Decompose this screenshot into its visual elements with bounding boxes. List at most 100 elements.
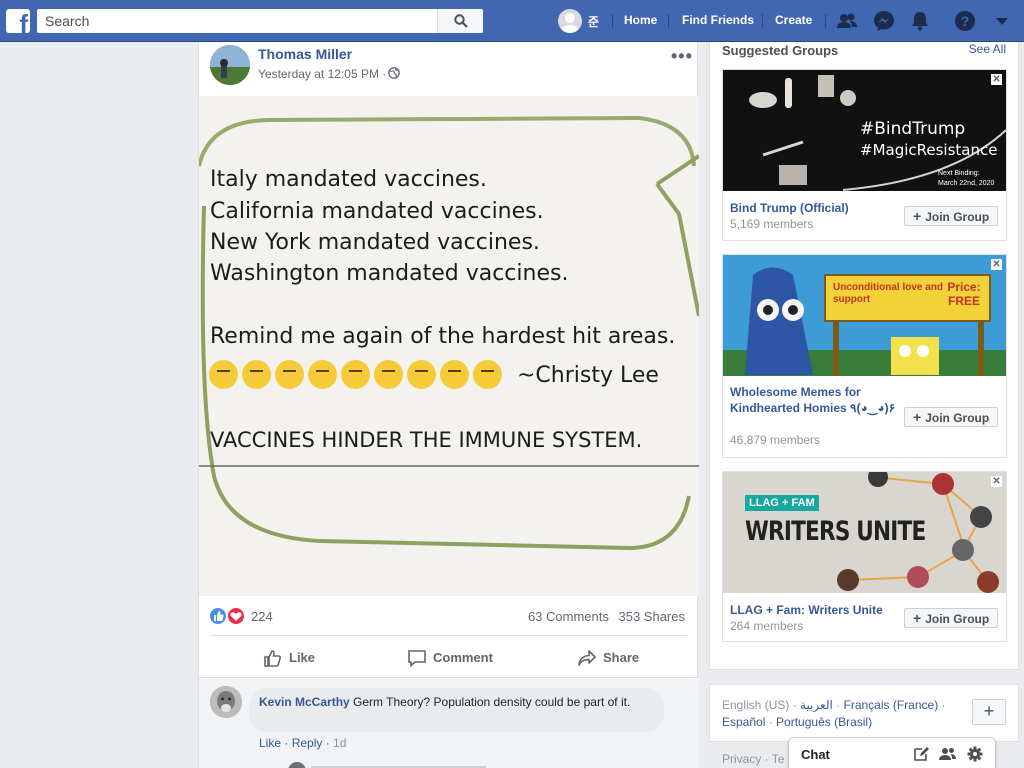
default-avatar-icon bbox=[561, 13, 579, 33]
feed-post: Thomas Miller Yesterday at 12:05 PM · ••… bbox=[198, 42, 699, 768]
dismiss-group-close-icon[interactable]: ✕ bbox=[991, 259, 1002, 270]
thinking-face-icon bbox=[374, 360, 403, 389]
group-name-link[interactable]: Bind Trump (Official) bbox=[730, 200, 905, 216]
join-group-label: Join Group bbox=[925, 411, 990, 425]
join-group-label: Join Group bbox=[925, 612, 990, 626]
suggested-groups-title: Suggested Groups bbox=[722, 43, 839, 58]
join-group-button[interactable]: + Join Group bbox=[904, 206, 998, 226]
image-text-line: California mandated vaccines. bbox=[210, 199, 544, 224]
thinking-face-icon bbox=[242, 360, 271, 389]
join-group-button[interactable]: + Join Group bbox=[904, 608, 998, 628]
comments-count-link[interactable]: 63 Comments bbox=[528, 609, 609, 624]
group-member-count: 46,879 members bbox=[730, 433, 821, 447]
image-text-line: Washington mandated vaccines. bbox=[210, 261, 569, 286]
share-button-label: Share bbox=[603, 650, 640, 665]
share-button[interactable]: Share bbox=[577, 648, 657, 668]
reply-preview-graphic bbox=[288, 762, 486, 768]
language-link[interactable]: Español bbox=[722, 715, 765, 729]
group-image-hashtag: #MagicResistance bbox=[860, 141, 998, 159]
group-image-price-text: Price: FREE bbox=[947, 280, 981, 308]
friend-requests-icon[interactable] bbox=[836, 10, 858, 32]
nav-divider bbox=[612, 14, 613, 28]
comment-timestamp[interactable]: 1d bbox=[333, 736, 346, 750]
current-language: English (US) bbox=[722, 698, 790, 712]
group-card: #BindTrump #MagicResistance Next Binding… bbox=[722, 69, 1007, 241]
group-card: Unconditional love and support Price: FR… bbox=[722, 254, 1007, 458]
reaction-count: 224 bbox=[251, 609, 273, 624]
group-member-count: 264 members bbox=[730, 619, 804, 633]
comments-section: Kevin McCarthy Germ Theory? Population d… bbox=[199, 678, 699, 768]
group-image-hashtag: #BindTrump bbox=[860, 119, 966, 139]
nav-divider bbox=[762, 14, 763, 28]
comment-button-label: Comment bbox=[433, 650, 493, 665]
nav-divider bbox=[825, 14, 826, 28]
post-stats: 63 Comments 353 Shares bbox=[522, 609, 685, 624]
post-options-icon[interactable]: ••• bbox=[671, 46, 693, 67]
chat-sidebar-bar[interactable]: Chat bbox=[788, 737, 996, 768]
language-link[interactable]: Português (Brasil) bbox=[776, 715, 872, 729]
group-image-title: WRITERS UNITE bbox=[745, 516, 926, 547]
profile-name-link[interactable]: 준 bbox=[588, 13, 599, 30]
language-link[interactable]: العربية bbox=[800, 698, 833, 712]
comment-text: Germ Theory? Population density could be… bbox=[349, 695, 631, 709]
messenger-icon[interactable] bbox=[873, 10, 895, 32]
shares-count-link[interactable]: 353 Shares bbox=[619, 609, 686, 624]
notifications-bell-icon[interactable] bbox=[909, 10, 931, 32]
group-cover-image[interactable]: #BindTrump #MagicResistance Next Binding… bbox=[723, 70, 1006, 191]
group-card: LLAG + FAM WRITERS UNITE ✕ LLAG + Fam: W… bbox=[722, 471, 1007, 642]
more-languages-button[interactable]: + bbox=[972, 699, 1006, 725]
search-button[interactable] bbox=[437, 9, 483, 33]
see-all-link[interactable]: See All bbox=[969, 42, 1006, 56]
comment-bubble-icon bbox=[408, 650, 426, 668]
comment-button[interactable]: Comment bbox=[407, 648, 507, 668]
join-group-button[interactable]: + Join Group bbox=[904, 407, 998, 427]
language-link[interactable]: Français (France) bbox=[844, 698, 939, 712]
language-selector-panel: English (US) · العربية · Français (Franc… bbox=[709, 684, 1019, 742]
comment-author-name[interactable]: Kevin McCarthy bbox=[259, 695, 350, 709]
chat-settings-gear-icon[interactable] bbox=[967, 746, 983, 762]
dismiss-group-close-icon[interactable]: ✕ bbox=[991, 476, 1002, 487]
nav-create-link[interactable]: Create bbox=[775, 13, 812, 27]
post-timestamp[interactable]: Yesterday at 12:05 PM · bbox=[258, 67, 386, 81]
comment-like-link[interactable]: Like bbox=[259, 736, 281, 750]
like-button[interactable]: Like bbox=[263, 648, 333, 668]
nav-home-link[interactable]: Home bbox=[624, 13, 657, 27]
chat-label: Chat bbox=[801, 747, 830, 762]
new-message-icon[interactable] bbox=[913, 746, 929, 762]
group-cover-image[interactable]: Unconditional love and support Price: FR… bbox=[723, 255, 1006, 376]
help-icon[interactable]: ? bbox=[954, 10, 976, 32]
image-text-line: New York mandated vaccines. bbox=[210, 230, 540, 255]
nav-find-friends-link[interactable]: Find Friends bbox=[682, 13, 754, 27]
group-member-count: 5,169 members bbox=[730, 217, 814, 231]
profile-avatar[interactable] bbox=[558, 9, 582, 33]
post-image[interactable]: Italy mandated vaccines. California mand… bbox=[199, 96, 699, 596]
dismiss-group-close-icon[interactable]: ✕ bbox=[991, 74, 1002, 85]
thinking-face-icon bbox=[209, 360, 238, 389]
share-arrow-icon bbox=[578, 650, 596, 666]
group-name-link[interactable]: Wholesome Memes for Kindhearted Homies ٩… bbox=[730, 384, 900, 416]
image-text-line: VACCINES HINDER THE IMMUNE SYSTEM. bbox=[210, 428, 643, 452]
image-text-line: Remind me again of the hardest hit areas… bbox=[210, 324, 676, 349]
post-author-name[interactable]: Thomas Miller bbox=[258, 46, 352, 62]
group-image-caption: Next Binding: bbox=[938, 170, 980, 177]
facebook-logo-icon[interactable]: f bbox=[6, 9, 30, 33]
group-cover-image[interactable]: LLAG + FAM WRITERS UNITE ✕ bbox=[723, 472, 1006, 593]
group-name-link[interactable]: LLAG + Fam: Writers Unite bbox=[730, 602, 905, 618]
comment-reply-link[interactable]: Reply bbox=[292, 736, 323, 750]
plus-icon: + bbox=[913, 208, 922, 224]
nav-divider bbox=[668, 14, 669, 28]
search-input[interactable] bbox=[37, 9, 437, 33]
commenter-avatar[interactable] bbox=[210, 686, 242, 718]
account-menu-chevron-down-icon[interactable] bbox=[991, 10, 1013, 32]
group-image-tag: LLAG + FAM bbox=[745, 495, 819, 511]
create-group-icon[interactable] bbox=[939, 746, 957, 762]
post-author-avatar[interactable] bbox=[210, 45, 250, 85]
svg-text:?: ? bbox=[961, 13, 970, 29]
like-button-label: Like bbox=[289, 650, 316, 665]
top-navigation-bar: f 준 Home Find Friends Create ? bbox=[0, 0, 1024, 42]
language-list: English (US) · العربية · Français (Franc… bbox=[722, 698, 946, 729]
footer-links[interactable]: Privacy · Te bbox=[722, 752, 784, 766]
thinking-face-icon bbox=[407, 360, 436, 389]
image-text-signature: ~Christy Lee bbox=[517, 363, 659, 388]
thinking-face-icon bbox=[473, 360, 502, 389]
